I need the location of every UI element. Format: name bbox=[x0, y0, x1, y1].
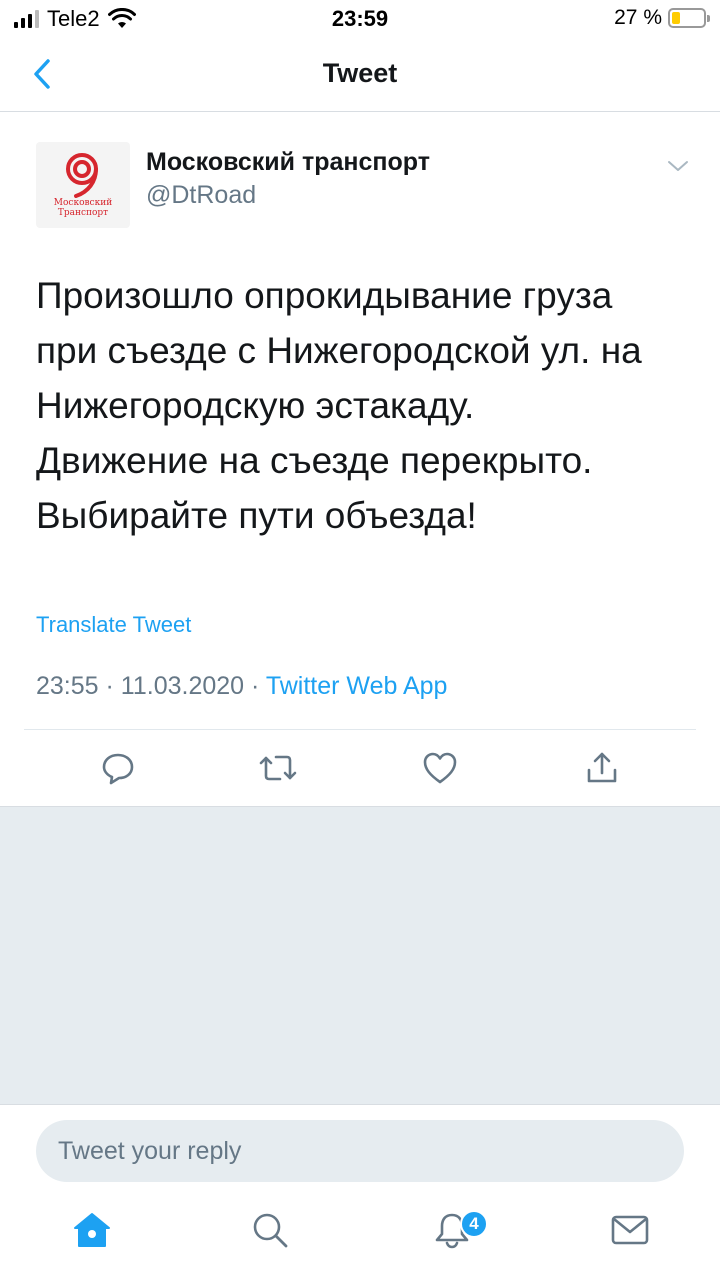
nav-bar: Tweet bbox=[0, 38, 720, 112]
tab-home[interactable] bbox=[70, 1208, 114, 1252]
mail-icon bbox=[611, 1215, 649, 1245]
battery-icon bbox=[668, 8, 710, 28]
tweet-meta: 23:55 · 11.03.2020 · Twitter Web App bbox=[36, 672, 447, 701]
tweet-source-link[interactable]: Twitter Web App bbox=[266, 672, 448, 700]
tweet-date: 11.03.2020 bbox=[120, 672, 245, 700]
chevron-down-icon bbox=[668, 161, 688, 171]
retweet-icon bbox=[259, 755, 297, 781]
meta-separator: · bbox=[105, 672, 114, 700]
status-bar-right: 27 % bbox=[614, 6, 710, 30]
translate-tweet-link[interactable]: Translate Tweet bbox=[36, 612, 191, 638]
meta-separator: · bbox=[251, 672, 260, 700]
like-button[interactable] bbox=[420, 748, 460, 788]
moscow-transport-logo bbox=[66, 153, 98, 198]
share-button[interactable] bbox=[582, 748, 622, 788]
battery-tip bbox=[707, 15, 710, 22]
tweet-text-line: Произошло опрокидывание груза bbox=[36, 275, 613, 316]
battery-percent: 27 % bbox=[614, 6, 662, 29]
author-handle[interactable]: @DtRoad bbox=[146, 181, 256, 210]
search-icon bbox=[253, 1213, 288, 1248]
status-time: 23:59 bbox=[331, 6, 389, 31]
tweet-text-line: Нижегородскую эстакаду. bbox=[36, 385, 475, 426]
more-options-button[interactable] bbox=[664, 154, 692, 178]
replies-area bbox=[0, 806, 720, 1104]
battery-fill bbox=[672, 12, 680, 24]
status-bar: Tele2 23:59 27 % bbox=[0, 0, 720, 38]
tab-messages[interactable] bbox=[608, 1208, 652, 1252]
share-icon bbox=[587, 752, 617, 783]
home-icon bbox=[74, 1213, 110, 1247]
reply-input[interactable] bbox=[36, 1120, 684, 1182]
avatar-logo-line-1: Московский bbox=[53, 198, 113, 208]
avatar-logo-line-2: Транспорт bbox=[57, 208, 109, 218]
tab-search[interactable] bbox=[248, 1208, 292, 1252]
reply-bar bbox=[0, 1104, 720, 1194]
tweet-actions bbox=[0, 730, 720, 806]
tweet-text: Произошло опрокидывание груза при съезде… bbox=[36, 268, 696, 543]
retweet-button[interactable] bbox=[258, 748, 298, 788]
reply-button[interactable] bbox=[98, 748, 138, 788]
author-name[interactable]: Московский транспорт bbox=[146, 148, 430, 177]
avatar[interactable]: Московский Транспорт bbox=[36, 142, 130, 228]
tab-bar bbox=[0, 1194, 720, 1280]
comment-icon bbox=[102, 753, 134, 785]
tweet-text-line: при съезде с Нижегородской ул. на bbox=[36, 330, 642, 371]
heart-icon bbox=[423, 752, 457, 784]
tweet-text-line: Движение на съезде перекрыто. bbox=[36, 440, 593, 481]
notifications-badge: 4 bbox=[460, 1210, 488, 1238]
tweet-text-line: Выбирайте пути объезда! bbox=[36, 495, 477, 536]
tweet-time: 23:55 bbox=[36, 672, 99, 700]
page-title: Tweet bbox=[322, 58, 398, 88]
